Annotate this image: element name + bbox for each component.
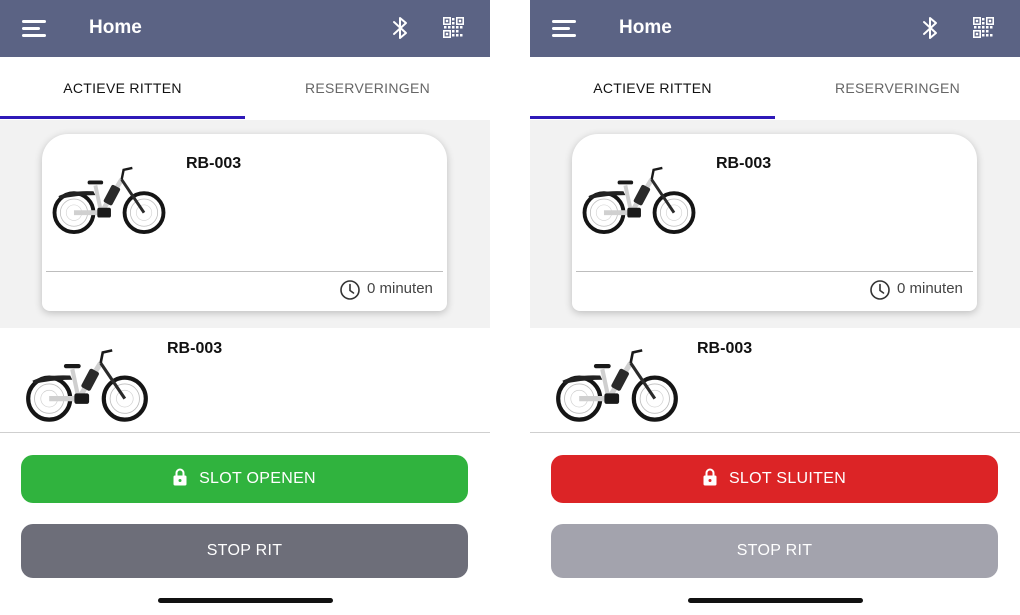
stop-ride-button-disabled[interactable]: STOP RIT xyxy=(551,524,998,578)
active-tab-indicator xyxy=(0,116,245,119)
bike-id: RB-003 xyxy=(186,155,242,172)
home-indicator xyxy=(158,598,333,603)
hamburger-icon[interactable] xyxy=(22,20,46,37)
padlock-icon xyxy=(173,468,187,486)
active-ride-card[interactable]: RB-003 0 minuten xyxy=(42,134,447,311)
ride-detail-panel: RB-003 SLOT OPENEN STOP RIT xyxy=(0,328,490,615)
hamburger-icon[interactable] xyxy=(552,20,576,37)
home-indicator xyxy=(688,598,863,603)
bike-image xyxy=(580,164,698,236)
bluetooth-icon[interactable] xyxy=(920,16,940,40)
bike-id: RB-003 xyxy=(167,340,223,357)
lock-button[interactable]: SLOT SLUITEN xyxy=(551,455,998,503)
app-bar: Home xyxy=(0,0,490,57)
tab-reserveringen[interactable]: RESERVERINGEN xyxy=(775,57,1020,120)
unlock-button[interactable]: SLOT OPENEN xyxy=(21,455,468,503)
divider xyxy=(576,271,973,272)
tab-bar: ACTIEVE RITTEN RESERVERINGEN xyxy=(530,57,1020,120)
bike-id: RB-003 xyxy=(697,340,753,357)
divider xyxy=(46,271,443,272)
clock-icon xyxy=(870,280,890,300)
app-bar: Home xyxy=(530,0,1020,57)
active-tab-indicator xyxy=(530,116,775,119)
qr-code-icon[interactable] xyxy=(973,17,994,38)
stop-ride-button-label: STOP RIT xyxy=(736,542,813,559)
lock-button-label: SLOT SLUITEN xyxy=(728,470,847,487)
tab-bar: ACTIEVE RITTEN RESERVERINGEN xyxy=(0,57,490,120)
ride-detail-panel: RB-003 SLOT SLUITEN STOP RIT xyxy=(530,328,1020,615)
active-ride-card[interactable]: RB-003 0 minuten xyxy=(572,134,977,311)
unlock-button-label: SLOT OPENEN xyxy=(199,470,316,487)
bike-image xyxy=(50,164,168,236)
bike-id: RB-003 xyxy=(716,155,772,172)
padlock-icon xyxy=(703,468,717,486)
ride-duration: 0 minuten xyxy=(367,280,433,297)
page-title: Home xyxy=(89,17,142,38)
qr-code-icon[interactable] xyxy=(443,17,464,38)
stop-ride-button-label: STOP RIT xyxy=(206,542,283,559)
bluetooth-icon[interactable] xyxy=(390,16,410,40)
bike-image xyxy=(554,346,680,424)
tab-actieve-ritten[interactable]: ACTIEVE RITTEN xyxy=(0,57,245,120)
divider xyxy=(530,432,1020,433)
phone-screen-unlock: Home ACTIEVE RITTEN RESERVERINGEN RB-003… xyxy=(0,0,490,615)
divider xyxy=(0,432,490,433)
ride-duration: 0 minuten xyxy=(897,280,963,297)
bike-image xyxy=(24,346,150,424)
tab-reserveringen[interactable]: RESERVERINGEN xyxy=(245,57,490,120)
tab-actieve-ritten[interactable]: ACTIEVE RITTEN xyxy=(530,57,775,120)
clock-icon xyxy=(340,280,360,300)
phone-screen-lock: Home ACTIEVE RITTEN RESERVERINGEN RB-003… xyxy=(530,0,1020,615)
page-title: Home xyxy=(619,17,672,38)
stop-ride-button[interactable]: STOP RIT xyxy=(21,524,468,578)
